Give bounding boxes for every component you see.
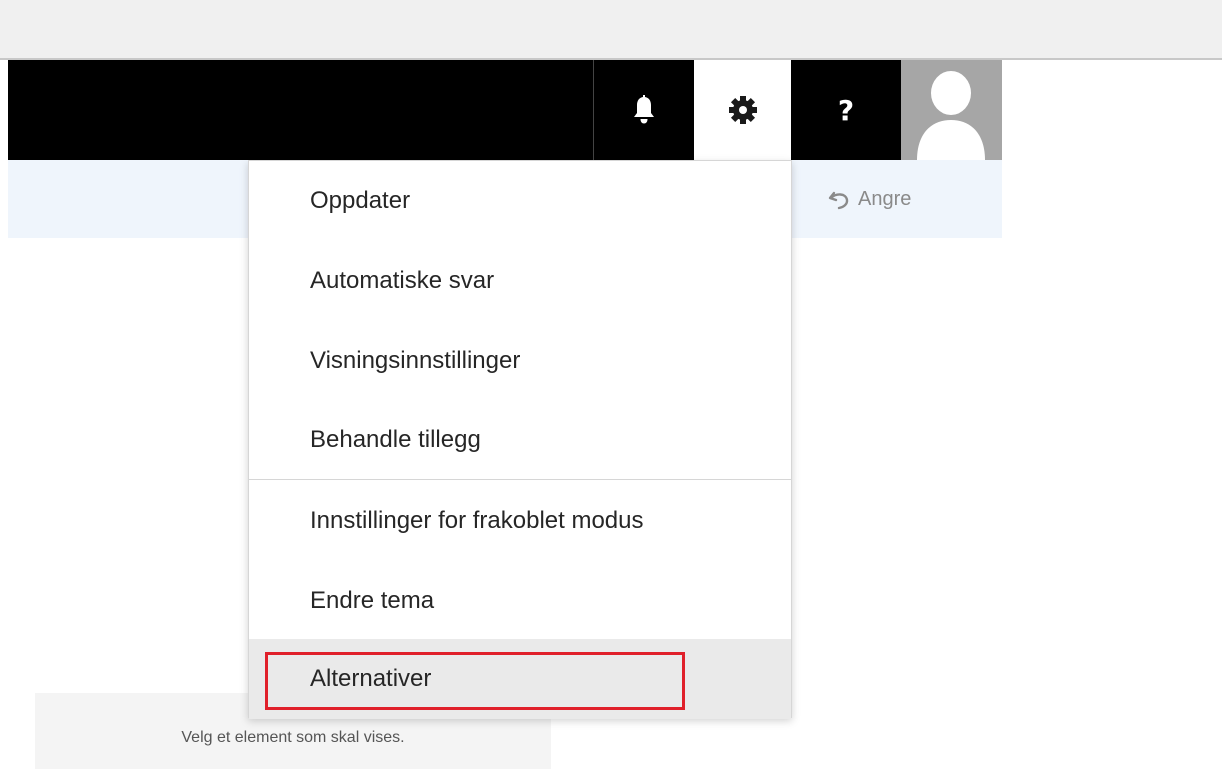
gear-icon xyxy=(728,96,757,124)
menu-item-visningsinnstillinger[interactable]: Visningsinnstillinger xyxy=(249,321,791,401)
menu-item-label: Behandle tillegg xyxy=(310,426,481,453)
undo-icon xyxy=(828,191,849,209)
menu-item-automatiske-svar[interactable]: Automatiske svar xyxy=(249,241,791,321)
menu-item-label: Automatiske svar xyxy=(310,267,495,294)
menu-item-oppdater[interactable]: Oppdater xyxy=(249,161,791,241)
undo-button[interactable]: Angre xyxy=(828,188,911,211)
top-navigation-bar: ? xyxy=(8,60,1002,160)
menu-item-endre-tema[interactable]: Endre tema xyxy=(249,561,791,641)
help-button[interactable]: ? xyxy=(791,60,901,160)
menu-item-frakoblet-modus[interactable]: Innstillinger for frakoblet modus xyxy=(249,481,791,561)
profile-button[interactable] xyxy=(901,60,1002,160)
menu-item-label: Visningsinnstillinger xyxy=(310,347,521,374)
menu-item-alternativer[interactable]: Alternativer xyxy=(249,639,791,719)
question-icon: ? xyxy=(837,93,855,127)
menu-item-label: Innstillinger for frakoblet modus xyxy=(310,507,644,534)
undo-label: Angre xyxy=(858,188,912,210)
menu-item-label: Oppdater xyxy=(310,187,411,214)
bell-icon xyxy=(634,95,654,124)
settings-menu: Oppdater Automatiske svar Visningsinnsti… xyxy=(248,160,792,719)
menu-item-label: Endre tema xyxy=(310,587,435,614)
menu-divider xyxy=(249,479,791,480)
settings-button[interactable] xyxy=(694,60,791,160)
browser-top-strip xyxy=(0,0,1222,60)
reading-pane-message: Velg et element som skal vises. xyxy=(181,729,405,746)
menu-item-behandle-tillegg[interactable]: Behandle tillegg xyxy=(249,400,791,480)
notifications-button[interactable] xyxy=(594,60,694,160)
avatar-icon xyxy=(917,71,985,160)
menu-item-label: Alternativer xyxy=(310,665,432,692)
